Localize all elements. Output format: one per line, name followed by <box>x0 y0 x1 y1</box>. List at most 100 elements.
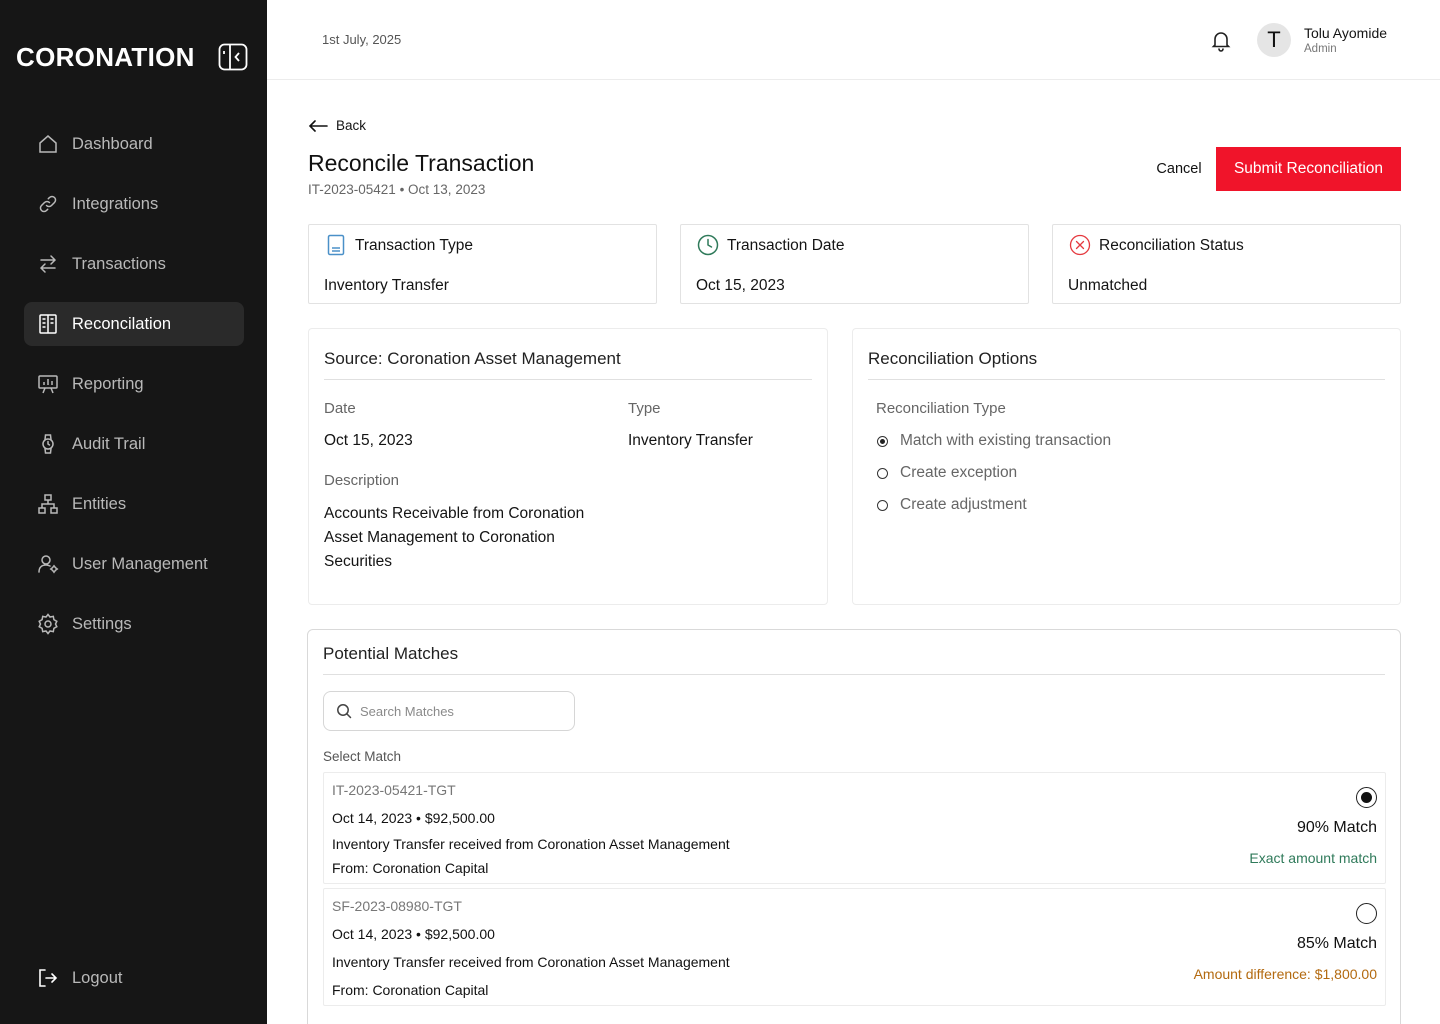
sidebar-item-label: Audit Trail <box>72 434 146 453</box>
sidebar-collapse-button[interactable] <box>218 42 248 72</box>
date-label: Date <box>324 400 356 417</box>
source-panel: Source: Coronation Asset Management Date… <box>308 328 828 605</box>
match-radio[interactable] <box>1356 903 1377 924</box>
logout-label: Logout <box>72 968 123 987</box>
page-title: Reconcile Transaction <box>308 150 535 176</box>
sidebar-item-entities[interactable]: Entities <box>24 482 244 526</box>
option-label: Match with existing transaction <box>900 432 1112 449</box>
match-date-amount: Oct 14, 2023 • $92,500.00 <box>332 810 495 826</box>
radio-button[interactable] <box>877 467 888 479</box>
home-icon <box>37 133 59 155</box>
radio-button[interactable] <box>877 499 888 511</box>
search-icon <box>337 704 352 719</box>
submit-reconciliation-button[interactable]: Submit Reconciliation <box>1216 147 1401 191</box>
document-icon <box>325 234 347 256</box>
sidebar-item-dashboard[interactable]: Dashboard <box>24 122 244 166</box>
brand-bar: CORONATION <box>16 40 248 74</box>
match-from: From: Coronation Capital <box>332 982 489 998</box>
transaction-type-card: Transaction Type Inventory Transfer <box>308 224 657 304</box>
divider <box>324 379 812 380</box>
match-card[interactable]: SF-2023-08980-TGT Oct 14, 2023 • $92,500… <box>323 888 1386 1006</box>
date-value: Oct 15, 2023 <box>324 432 413 449</box>
card-value: Oct 15, 2023 <box>696 277 785 294</box>
watch-icon <box>37 433 59 455</box>
bell-icon <box>1211 32 1231 52</box>
description-label: Description <box>324 472 400 489</box>
card-label: Reconciliation Status <box>1099 237 1244 254</box>
card-value: Unmatched <box>1068 277 1148 294</box>
match-id: IT-2023-05421-TGT <box>332 782 456 798</box>
user-role: Admin <box>1304 43 1337 55</box>
radio-button-selected[interactable] <box>877 435 888 447</box>
logout-button[interactable]: Logout <box>24 956 244 1000</box>
current-date: 1st July, 2025 <box>322 32 402 47</box>
search-matches-box[interactable] <box>323 691 575 731</box>
option-label: Create adjustment <box>900 496 1027 513</box>
notifications-button[interactable] <box>1209 28 1233 52</box>
match-card[interactable]: IT-2023-05421-TGT Oct 14, 2023 • $92,500… <box>323 772 1386 884</box>
card-label: Transaction Date <box>727 237 845 254</box>
sidebar-item-settings[interactable]: Settings <box>24 602 244 646</box>
logout-icon <box>37 967 59 989</box>
page-subtitle: IT-2023-05421 • Oct 13, 2023 <box>308 182 486 197</box>
select-match-label: Select Match <box>323 749 402 764</box>
sidebar-item-reconcilation[interactable]: Reconcilation <box>24 302 244 346</box>
back-label: Back <box>336 118 367 133</box>
x-circle-icon <box>1069 234 1091 256</box>
divider <box>323 674 1385 675</box>
brand-logo: CORONATION <box>16 41 195 72</box>
type-value: Inventory Transfer <box>628 432 753 449</box>
match-description: Inventory Transfer received from Coronat… <box>332 836 730 852</box>
sidebar-item-label: Integrations <box>72 194 159 213</box>
sidebar-item-transactions[interactable]: Transactions <box>24 242 244 286</box>
match-note: Exact amount match <box>1249 850 1377 866</box>
potential-matches-panel: Potential Matches Select Match IT-2023-0… <box>307 629 1401 1024</box>
match-percentage: 90% Match <box>1296 819 1377 836</box>
sidebar-item-label: Settings <box>72 614 132 633</box>
user-name: Tolu Ayomide <box>1304 25 1388 41</box>
divider <box>868 379 1385 380</box>
sidebar: CORONATION Dashboard Integrations Transa… <box>0 0 267 1024</box>
match-description: Inventory Transfer received from Coronat… <box>332 954 730 970</box>
cancel-button[interactable]: Cancel <box>1148 147 1210 191</box>
back-link[interactable]: Back <box>308 118 366 133</box>
user-gear-icon <box>37 553 59 575</box>
top-bar: 1st July, 2025 T Tolu Ayomide Admin <box>267 0 1440 80</box>
sidebar-item-reporting[interactable]: Reporting <box>24 362 244 406</box>
options-title: Reconciliation Options <box>868 349 1038 368</box>
sidebar-item-label: User Management <box>72 554 208 573</box>
sidebar-item-label: Transactions <box>72 254 166 273</box>
sidebar-item-label: Dashboard <box>72 134 153 153</box>
match-id: SF-2023-08980-TGT <box>332 898 462 914</box>
sidebar-item-user-management[interactable]: User Management <box>24 542 244 586</box>
match-from: From: Coronation Capital <box>332 860 489 876</box>
match-date-amount: Oct 14, 2023 • $92,500.00 <box>332 926 495 942</box>
link-icon <box>37 193 59 215</box>
sidebar-item-audit-trail[interactable]: Audit Trail <box>24 422 244 466</box>
arrow-left-icon <box>308 119 328 132</box>
ledger-book-icon <box>37 313 59 335</box>
hierarchy-icon <box>37 493 59 515</box>
clock-icon <box>697 234 719 256</box>
reconciliation-status-card: Reconciliation Status Unmatched <box>1052 224 1401 304</box>
sidebar-item-label: Entities <box>72 494 127 513</box>
reconciliation-type-label: Reconciliation Type <box>876 400 1006 417</box>
card-value: Inventory Transfer <box>324 277 449 294</box>
card-label: Transaction Type <box>355 237 474 254</box>
avatar[interactable]: T <box>1257 23 1291 57</box>
option-create-exception[interactable]: Create exception <box>877 464 1017 482</box>
source-title: Source: Coronation Asset Management <box>324 349 621 368</box>
type-label: Type <box>628 400 661 417</box>
option-label: Create exception <box>900 464 1018 481</box>
description-value: Accounts Receivable from Coronation Asse… <box>324 505 585 570</box>
option-create-adjustment[interactable]: Create adjustment <box>877 496 1027 514</box>
reconciliation-options-panel: Reconciliation Options Reconciliation Ty… <box>852 328 1401 605</box>
match-radio-selected[interactable] <box>1356 787 1377 808</box>
option-match-existing[interactable]: Match with existing transaction <box>877 432 1111 450</box>
sidebar-item-label: Reconcilation <box>72 314 172 333</box>
search-matches-input[interactable] <box>360 703 560 719</box>
sidebar-item-integrations[interactable]: Integrations <box>24 182 244 226</box>
swap-arrows-icon <box>37 253 59 275</box>
presentation-chart-icon <box>37 373 59 395</box>
match-percentage: 85% Match <box>1296 935 1377 952</box>
